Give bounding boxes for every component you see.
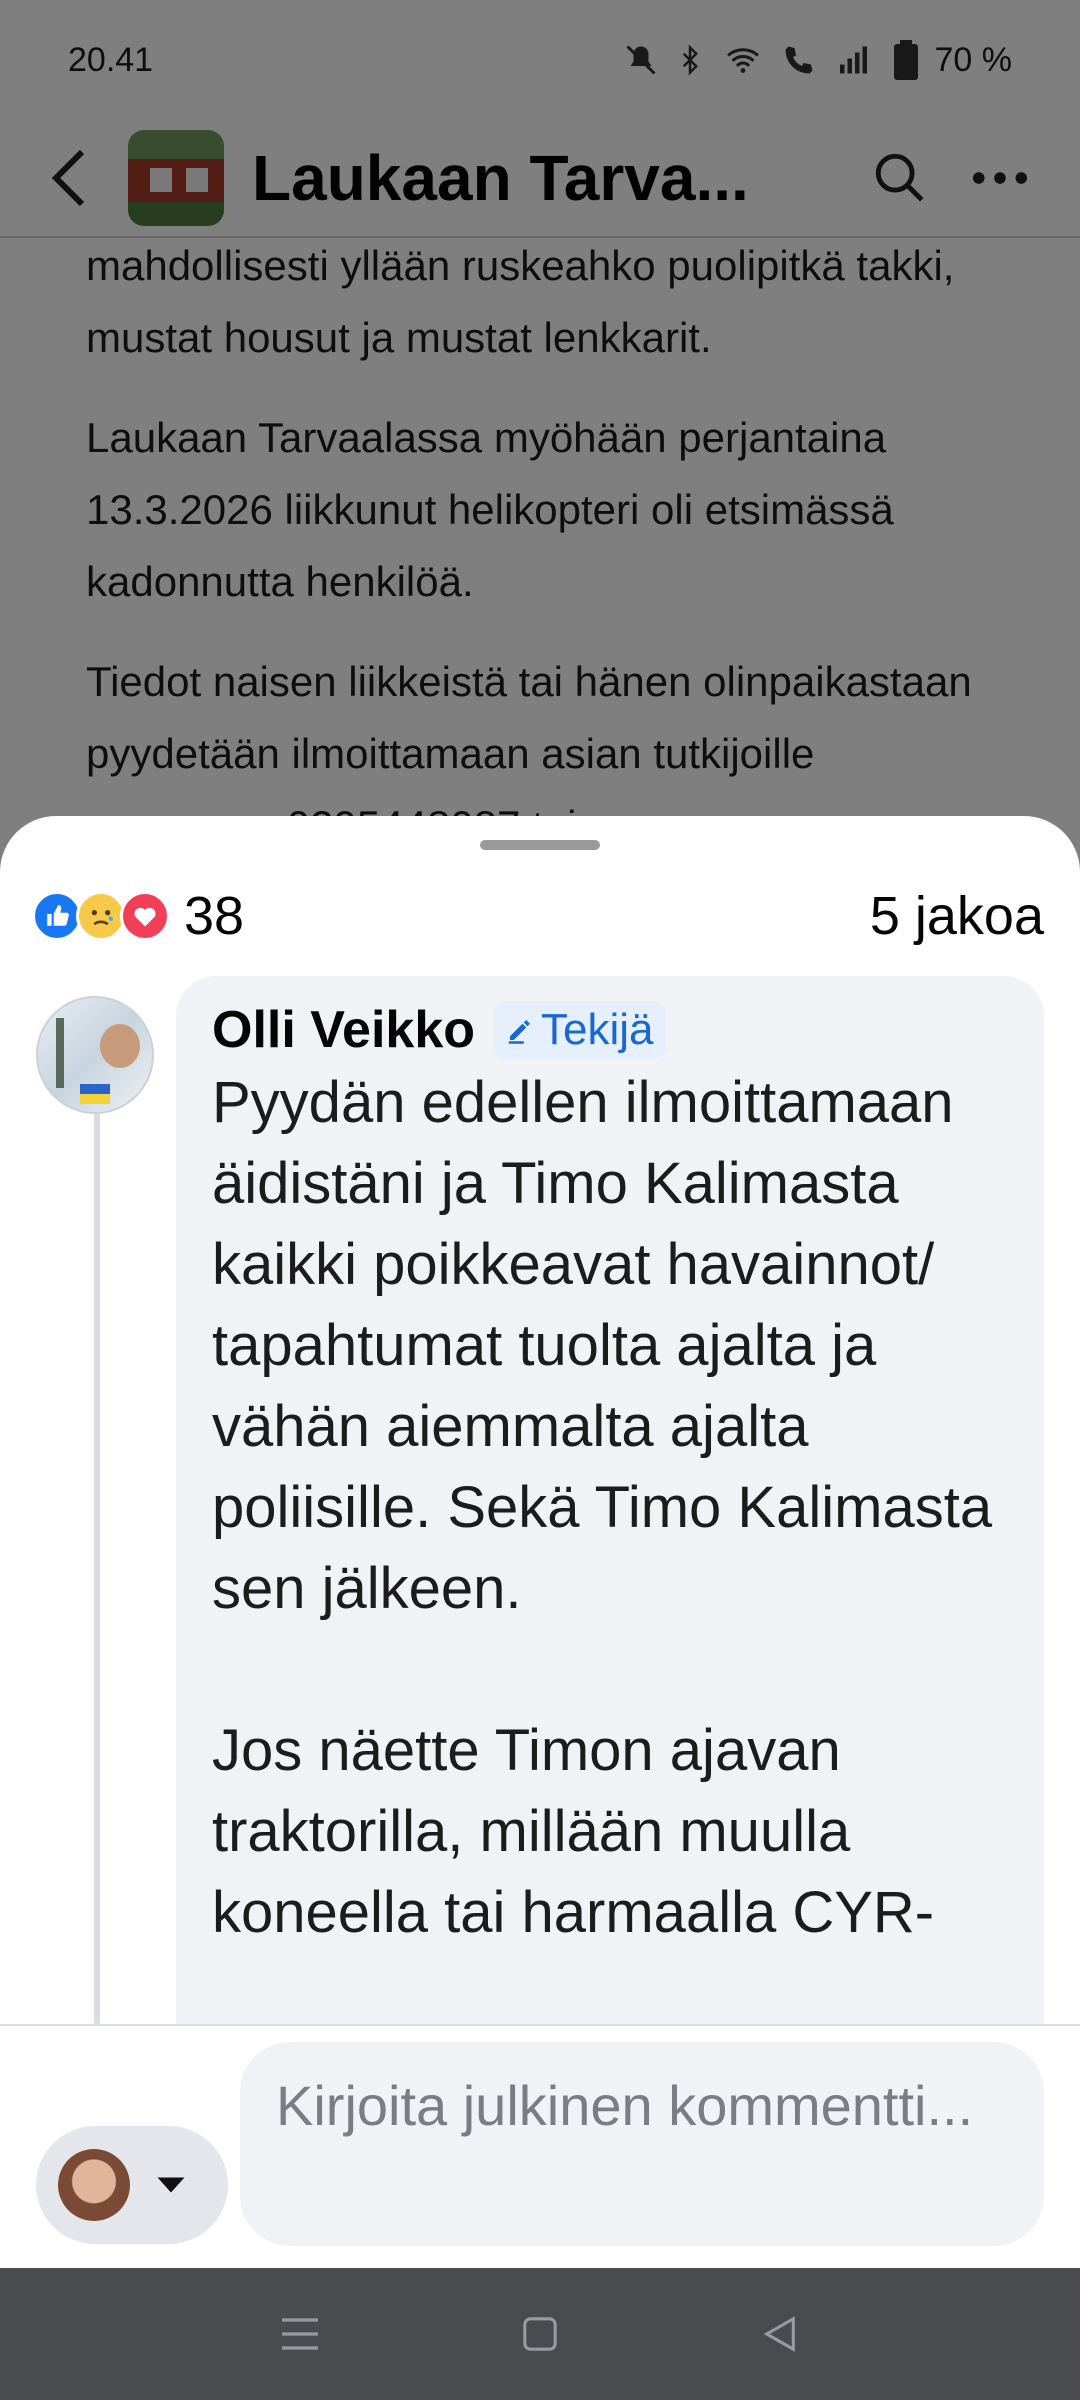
author-avatar[interactable]	[36, 996, 154, 1114]
reactions-summary: 38 5 jakoa	[32, 874, 1044, 958]
reaction-count: 38	[184, 886, 245, 946]
shares-count[interactable]: 5 jakoa	[870, 885, 1044, 947]
account-switcher[interactable]	[36, 2126, 228, 2244]
comment-text: Pyydän edellen ilmoittamaan äidistäni ja…	[212, 1070, 993, 1945]
back-nav-button[interactable]	[740, 2294, 820, 2374]
comment-header: Olli Veikko Tekijä	[212, 1000, 1008, 1060]
reactions-button[interactable]: 38	[32, 885, 244, 947]
menu-lines-icon	[282, 2318, 318, 2350]
comment-bubble[interactable]: Olli Veikko Tekijä Pyydän edellen ilmoit…	[176, 976, 1044, 2026]
current-user-avatar	[58, 2149, 130, 2221]
thread-line	[94, 1096, 100, 2026]
caret-down-icon	[157, 2177, 185, 2193]
like-icon	[32, 891, 82, 941]
comment-author-name[interactable]: Olli Veikko	[212, 1000, 475, 1060]
sad-icon	[76, 891, 126, 941]
home-button[interactable]	[500, 2294, 580, 2374]
comments-bottom-sheet: 38 5 jakoa Olli Veikko Tekijä Pyydän ede…	[0, 816, 1080, 2268]
back-triangle-icon	[763, 2316, 795, 2352]
system-navigation-bar	[0, 2268, 1080, 2400]
recent-apps-button[interactable]	[260, 2294, 340, 2374]
comment-composer	[0, 2024, 1080, 2268]
love-icon	[120, 891, 170, 941]
drag-handle[interactable]	[480, 840, 600, 850]
author-badge: Tekijä	[493, 1001, 666, 1059]
ukraine-flag-icon	[80, 1084, 110, 1104]
home-square-icon	[523, 2317, 557, 2351]
author-badge-label: Tekijä	[541, 1005, 654, 1054]
comment-list: Olli Veikko Tekijä Pyydän edellen ilmoit…	[0, 976, 1080, 2026]
comment-input[interactable]	[240, 2042, 1044, 2246]
pencil-icon	[508, 1020, 531, 1044]
